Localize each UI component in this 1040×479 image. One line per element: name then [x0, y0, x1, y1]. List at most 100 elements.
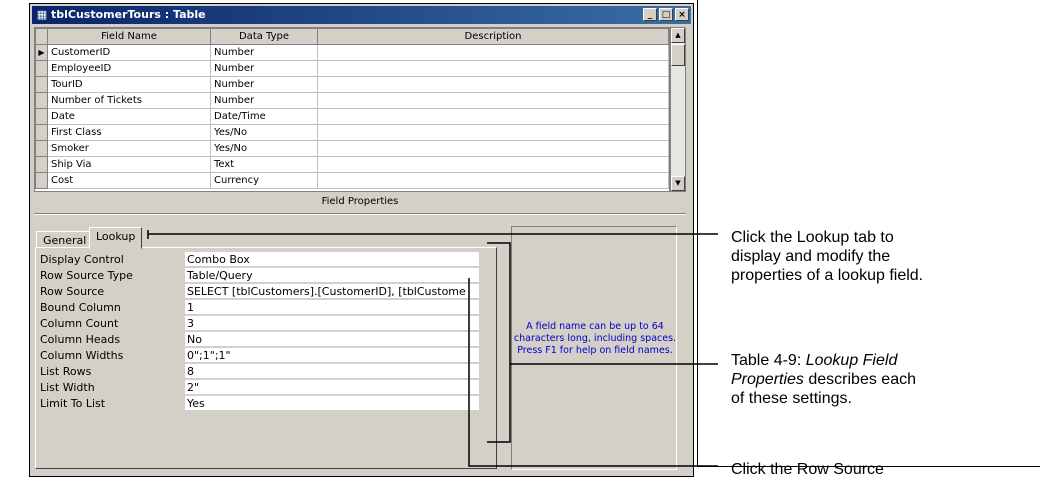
field-name-cell[interactable]: TourID [47, 76, 211, 93]
field-name-cell[interactable]: EmployeeID [47, 60, 211, 77]
property-row[interactable]: List Rows 8 [39, 364, 479, 380]
scroll-thumb[interactable] [671, 44, 685, 66]
description-cell[interactable] [317, 156, 669, 173]
property-row[interactable]: Column Count 3 [39, 316, 479, 332]
callout-table-reference: Table 4-9: Lookup Field Properties descr… [731, 351, 916, 408]
table-row[interactable]: Smoker Yes/No [35, 140, 669, 157]
description-cell[interactable] [317, 60, 669, 77]
property-name: Row Source Type [39, 268, 186, 283]
property-value[interactable]: 8 [185, 364, 479, 379]
table-row[interactable]: Date Date/Time [35, 108, 669, 125]
table-row[interactable]: Number of Tickets Number [35, 92, 669, 109]
current-row-arrow-icon[interactable]: ▶ [35, 44, 48, 61]
description-cell[interactable] [317, 124, 669, 141]
table-row[interactable]: TourID Number [35, 76, 669, 93]
tab-lookup[interactable]: Lookup [89, 227, 143, 249]
callout-line: Click the Lookup tab to [731, 229, 894, 246]
property-name: Bound Column [39, 300, 186, 315]
description-cell[interactable] [317, 92, 669, 109]
property-row[interactable]: List Width 2" [39, 380, 479, 396]
data-type-cell[interactable]: Text [210, 156, 318, 173]
callout-text: describes each [803, 371, 916, 388]
help-text: A field name can be up to 64 characters … [513, 321, 677, 356]
property-name: Column Widths [39, 348, 186, 363]
description-cell[interactable] [317, 108, 669, 125]
maximize-button[interactable]: □ [659, 8, 673, 21]
callout-line: properties of a lookup field. [731, 267, 924, 284]
table-row[interactable]: ▶ CustomerID Number [35, 44, 669, 61]
callout-italic-text: Properties [731, 371, 804, 388]
property-value[interactable]: SELECT [tblCustomers].[CustomerID], [tbl… [185, 284, 479, 299]
data-type-cell[interactable]: Number [210, 44, 318, 61]
property-row[interactable]: Bound Column 1 [39, 300, 479, 316]
row-selector[interactable] [35, 76, 48, 93]
property-row[interactable]: Column Widths 0";1";1" [39, 348, 479, 364]
window-title: tblCustomerTours : Table [51, 8, 206, 21]
data-type-cell[interactable]: Currency [210, 172, 318, 189]
property-value[interactable]: Yes [185, 396, 479, 411]
col-header-description[interactable]: Description [317, 28, 669, 45]
data-type-cell[interactable]: Number [210, 60, 318, 77]
property-value[interactable]: 2" [185, 380, 479, 395]
field-name-cell[interactable]: Smoker [47, 140, 211, 157]
description-cell[interactable] [317, 44, 669, 61]
scroll-down-arrow-icon[interactable]: ▼ [671, 176, 685, 191]
row-selector[interactable] [35, 60, 48, 77]
row-selector[interactable] [35, 92, 48, 109]
property-row[interactable]: Row Source SELECT [tblCustomers].[Custome… [39, 284, 479, 300]
property-value[interactable]: 3 [185, 316, 479, 331]
property-row[interactable]: Column Heads No [39, 332, 479, 348]
property-value[interactable]: Table/Query [185, 268, 479, 283]
property-row[interactable]: Limit To List Yes [39, 396, 479, 412]
field-name-cell[interactable]: Ship Via [47, 156, 211, 173]
property-value[interactable]: No [185, 332, 479, 347]
field-name-cell[interactable]: Cost [47, 172, 211, 189]
row-selector[interactable] [35, 108, 48, 125]
property-value[interactable]: 0";1";1" [185, 348, 479, 363]
property-row[interactable]: Display Control Combo Box [39, 252, 479, 268]
property-name: List Rows [39, 364, 186, 379]
col-header-data-type[interactable]: Data Type [210, 28, 318, 45]
row-selector[interactable] [35, 140, 48, 157]
table-row[interactable]: EmployeeID Number [35, 60, 669, 77]
table-row[interactable]: First Class Yes/No [35, 124, 669, 141]
close-button[interactable]: × [675, 8, 689, 21]
property-name: Limit To List [39, 396, 186, 411]
table-row[interactable]: Cost Currency [35, 172, 669, 189]
col-header-field-name[interactable]: Field Name [47, 28, 211, 45]
field-name-cell[interactable]: Date [47, 108, 211, 125]
minimize-button[interactable]: _ [643, 8, 657, 21]
grid-vertical-scrollbar[interactable]: ▲ ▼ [670, 27, 686, 192]
callout-line: display and modify the [731, 248, 891, 265]
callout-text: Table 4-9: [731, 352, 806, 369]
row-selector[interactable] [35, 124, 48, 141]
callout-italic-text: Lookup Field [805, 352, 898, 369]
scroll-up-arrow-icon[interactable]: ▲ [671, 28, 685, 43]
callout-line: of these settings. [731, 390, 852, 407]
property-row[interactable]: Row Source Type Table/Query [39, 268, 479, 284]
field-name-cell[interactable]: First Class [47, 124, 211, 141]
tab-general[interactable]: General [36, 231, 94, 248]
property-name: List Width [39, 380, 186, 395]
figure-frame-right [697, 0, 698, 467]
table-icon: ▦ [36, 8, 48, 21]
data-type-cell[interactable]: Number [210, 92, 318, 109]
description-cell[interactable] [317, 76, 669, 93]
data-type-cell[interactable]: Yes/No [210, 140, 318, 157]
table-row[interactable]: Ship Via Text [35, 156, 669, 173]
description-cell[interactable] [317, 140, 669, 157]
field-properties-divider [34, 213, 686, 215]
callout-lookup-tab: Click the Lookup tab to display and modi… [731, 228, 923, 285]
field-name-cell[interactable]: Number of Tickets [47, 92, 211, 109]
window-titlebar[interactable]: ▦ tblCustomerTours : Table _ □ × [32, 6, 691, 24]
data-type-cell[interactable]: Date/Time [210, 108, 318, 125]
description-cell[interactable] [317, 172, 669, 189]
field-name-cell[interactable]: CustomerID [47, 44, 211, 61]
property-value[interactable]: 1 [185, 300, 479, 315]
data-type-cell[interactable]: Yes/No [210, 124, 318, 141]
row-selector[interactable] [35, 156, 48, 173]
property-value[interactable]: Combo Box [185, 252, 479, 267]
row-selector[interactable] [35, 172, 48, 189]
property-name: Column Heads [39, 332, 186, 347]
data-type-cell[interactable]: Number [210, 76, 318, 93]
